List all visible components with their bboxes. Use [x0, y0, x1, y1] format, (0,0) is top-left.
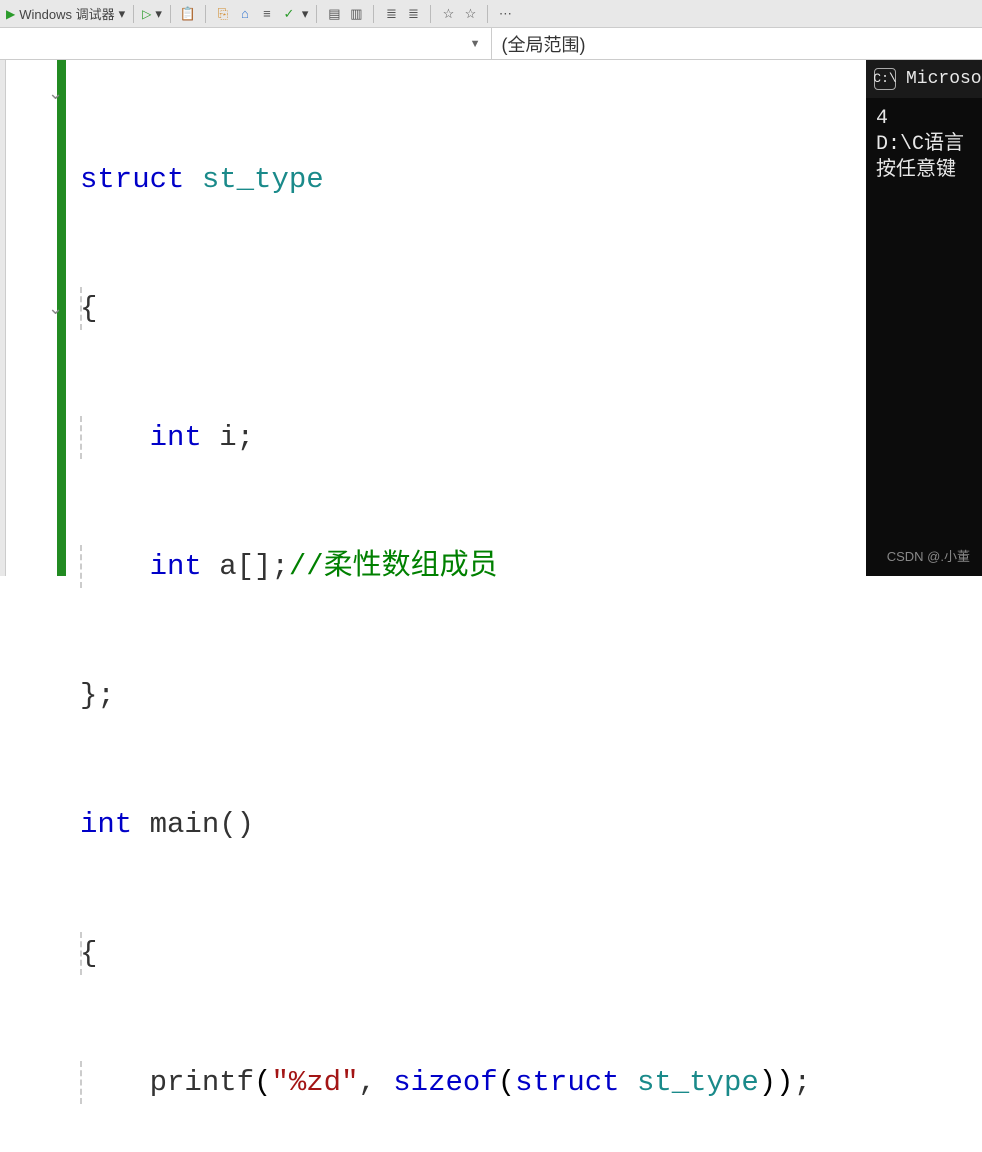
code-token: printf	[150, 1066, 254, 1099]
run-no-debug-icon[interactable]: ▷	[142, 7, 151, 21]
code-token: int	[150, 550, 202, 583]
code-token: st_type	[202, 163, 324, 196]
code-token: struct	[515, 1066, 619, 1099]
code-token: i	[219, 421, 236, 454]
code-comment: //柔性数组成员	[289, 550, 498, 583]
code-token: sizeof	[393, 1066, 497, 1099]
code-token: {	[80, 937, 97, 970]
code-token: st_type	[637, 1066, 759, 1099]
separator	[205, 5, 206, 23]
separator	[373, 5, 374, 23]
code-token: ,	[358, 1066, 375, 1099]
code-token: ;	[237, 421, 254, 454]
scope-bar: ▼ (全局范围)	[0, 28, 982, 60]
toolbar-btn[interactable]: ⌂	[236, 5, 254, 23]
console-pane: C:\ Microso 4 D:\C语言 按任意键 CSDN @.小董	[866, 60, 982, 576]
console-line: 按任意键	[876, 158, 972, 184]
indent-right-icon[interactable]: ≣	[404, 5, 422, 23]
fold-icon[interactable]: ⌄	[48, 287, 57, 330]
toolbar-btn[interactable]: ▤	[325, 5, 343, 23]
bookmark-icon[interactable]: ☆	[439, 5, 457, 23]
chevron-down-icon: ▼	[470, 38, 481, 50]
bookmark-icon[interactable]: ☆	[461, 5, 479, 23]
scope-dropdown-left[interactable]: ▼	[0, 28, 492, 59]
toolbar: ▶ Windows 调试器 ▾ ▷ ▾ 📋 ⎘ ⌂ ≡ ✓ ▾ ▤ ▥ ≣ ≣ …	[0, 0, 982, 28]
watermark: CSDN @.小董	[887, 544, 970, 570]
toolbar-btn[interactable]: ⎘	[214, 5, 232, 23]
code-token: []	[237, 550, 272, 583]
scope-right-value: (全局范围)	[502, 31, 586, 57]
debugger-label[interactable]: Windows 调试器	[19, 4, 114, 23]
code-token: ;	[794, 1066, 811, 1099]
code-token: {	[80, 292, 97, 325]
toolbar-btn[interactable]: ▥	[347, 5, 365, 23]
code-token: ;	[271, 550, 288, 583]
code-token: struct	[80, 163, 184, 196]
gutter: ⌄ ⌄	[6, 60, 66, 576]
separator	[133, 5, 134, 23]
separator	[487, 5, 488, 23]
console-title-bar: C:\ Microso	[866, 60, 982, 98]
code-token: int	[150, 421, 202, 454]
code-token: a	[219, 550, 236, 583]
code-token: ()	[219, 808, 254, 841]
console-title: Microso	[906, 66, 982, 92]
separator	[430, 5, 431, 23]
indent-left-icon[interactable]: ≣	[382, 5, 400, 23]
scope-dropdown-right[interactable]: (全局范围)	[492, 28, 982, 59]
fold-icon[interactable]: ⌄	[48, 72, 57, 115]
toolbar-btn[interactable]: ⋯	[496, 5, 514, 23]
toolbar-btn[interactable]: ✓	[280, 5, 298, 23]
console-line: D:\C语言	[876, 132, 972, 158]
run-icon[interactable]: ▶	[6, 7, 15, 21]
toolbar-btn[interactable]: ≡	[258, 5, 276, 23]
console-output[interactable]: 4 D:\C语言 按任意键	[866, 98, 982, 192]
toolbar-btn[interactable]: 📋	[179, 5, 197, 23]
terminal-icon: C:\	[874, 68, 896, 90]
code-token: ;	[97, 679, 114, 712]
code-content[interactable]: struct st_type { int i; int a[];//柔性数组成员…	[66, 60, 866, 576]
code-token: }	[80, 679, 97, 712]
console-line: 4	[876, 106, 972, 132]
separator	[170, 5, 171, 23]
separator	[316, 5, 317, 23]
code-editor[interactable]: ⌄ ⌄ struct st_type { int i; int a[];//柔性…	[6, 60, 866, 576]
code-token: int	[80, 808, 132, 841]
code-string: "%zd"	[271, 1066, 358, 1099]
code-token: main	[150, 808, 220, 841]
